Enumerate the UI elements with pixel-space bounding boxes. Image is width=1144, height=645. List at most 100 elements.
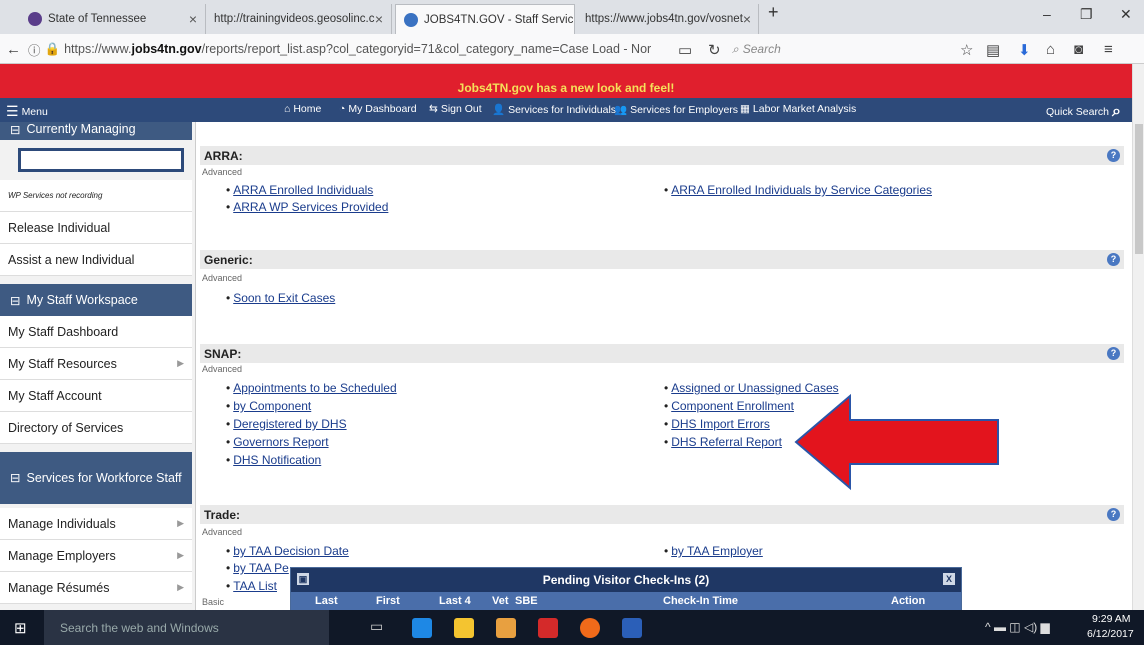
col-vet[interactable]: Vet — [492, 595, 509, 607]
pocket-icon[interactable]: ◙ — [1074, 41, 1083, 58]
item-label: Directory of Services — [8, 420, 124, 435]
tab-label: http://trainingvideos.geosolinc.c — [214, 13, 375, 25]
reload-icon[interactable]: ↻ — [708, 41, 721, 59]
managed-individual-field[interactable] — [18, 148, 184, 172]
firefox-icon[interactable] — [580, 618, 600, 638]
help-icon[interactable]: ? — [1107, 508, 1120, 521]
nav-label: Services for Individuals — [508, 103, 617, 116]
link-by-component[interactable]: by Component — [226, 399, 311, 413]
tab-state-of-tennessee[interactable]: State of Tennessee × — [20, 4, 206, 34]
close-tab-icon[interactable]: × — [743, 11, 751, 27]
col-checkin-time[interactable]: Check-In Time — [663, 595, 738, 607]
advanced-tag: Advanced — [202, 273, 243, 283]
edge-icon[interactable] — [412, 618, 432, 638]
col-action[interactable]: Action — [891, 595, 925, 607]
hamburger-menu-icon[interactable]: ≡ — [1104, 41, 1113, 58]
nav-sign-out[interactable]: ⇆ Sign Out — [429, 103, 482, 115]
scrollbar-thumb[interactable] — [1135, 124, 1143, 254]
link-taa-list[interactable]: TAA List — [226, 579, 277, 593]
new-tab-icon[interactable]: + — [768, 2, 779, 23]
link-appointments[interactable]: Appointments to be Scheduled — [226, 381, 396, 395]
link-by-taa-employer[interactable]: by TAA Employer — [664, 544, 763, 558]
nav-services-individuals[interactable]: 👤 Services for Individuals — [492, 103, 617, 117]
page-scrollbar[interactable] — [1132, 64, 1144, 610]
sidebar-item-manage-resumes[interactable]: Manage Résumés ▶ — [0, 572, 192, 604]
close-window-icon[interactable]: ✕ — [1120, 6, 1132, 23]
lock-icon: 🔒 — [44, 41, 61, 56]
item-label: My Staff Dashboard — [8, 324, 119, 339]
home-icon[interactable]: ⌂ — [1046, 41, 1055, 58]
link-dhs-import-errors[interactable]: DHS Import Errors — [664, 417, 770, 431]
sidebar-item-manage-individuals[interactable]: Manage Individuals ▶ — [0, 508, 192, 540]
tab-vosnet[interactable]: https://www.jobs4tn.gov/vosnet × — [577, 4, 759, 34]
site-banner: Jobs4TN.gov has a new look and feel! — [0, 64, 1132, 98]
sidebar-item-staff-resources[interactable]: My Staff Resources ▶ — [0, 348, 192, 380]
link-arra-enrolled[interactable]: ARRA Enrolled Individuals — [226, 183, 373, 197]
close-popup-button[interactable]: X — [943, 573, 955, 585]
col-last[interactable]: Last — [315, 595, 338, 607]
col-last4[interactable]: Last 4 — [439, 595, 471, 607]
menu-button[interactable]: ☰ Menu — [6, 103, 48, 120]
quick-search[interactable]: Quick Search ⌕ — [1046, 103, 1121, 121]
link-dhs-referral-report[interactable]: DHS Referral Report — [664, 435, 782, 449]
link-component-enrollment[interactable]: Component Enrollment — [664, 399, 794, 413]
link-dhs-notification[interactable]: DHS Notification — [226, 453, 321, 467]
maximize-icon[interactable]: ❐ — [1080, 6, 1093, 23]
sidebar-item-staff-dashboard[interactable]: My Staff Dashboard — [0, 316, 192, 348]
nav-labor-market[interactable]: ▦ Labor Market Analysis — [740, 103, 856, 115]
minimize-popup-icon[interactable]: ▣ — [297, 573, 309, 585]
item-label: Manage Individuals — [8, 516, 116, 531]
nav-label: Labor Market Analysis — [752, 103, 857, 115]
reading-list-icon[interactable]: ▤ — [986, 41, 1000, 59]
word-icon[interactable] — [622, 618, 642, 638]
minimize-icon[interactable]: – — [1043, 6, 1051, 22]
nav-services-employers[interactable]: 👥 Services for Employers — [614, 103, 738, 117]
currently-managing-header[interactable]: ⊟ Currently Managing — [0, 122, 192, 140]
link-by-taa-decision-date[interactable]: by TAA Decision Date — [226, 544, 349, 558]
windows-start-icon[interactable]: ⊞ — [14, 619, 27, 637]
close-tab-icon[interactable]: × — [375, 11, 383, 27]
sidebar-item-staff-account[interactable]: My Staff Account — [0, 380, 192, 412]
col-sbe[interactable]: SBE — [515, 595, 538, 607]
section-title: Trade: — [204, 508, 241, 522]
item-label: My Staff Account — [8, 388, 102, 403]
sidebar-item-directory-services[interactable]: Directory of Services — [0, 412, 192, 444]
taskbar-search[interactable]: Search the web and Windows — [44, 610, 329, 645]
link-soon-to-exit[interactable]: Soon to Exit Cases — [226, 291, 335, 305]
col-first[interactable]: First — [376, 595, 400, 607]
tab-jobs4tn-staff[interactable]: JOBS4TN.GOV - Staff Servic × — [395, 4, 575, 34]
sidebar-item-assist-individual[interactable]: Assist a new Individual — [0, 244, 192, 276]
search-icon: ⌕ — [1112, 103, 1121, 120]
clock-date: 6/12/2017 — [1087, 628, 1134, 640]
nav-dashboard[interactable]: ◔ My Dashboard — [339, 103, 417, 115]
reader-view-icon[interactable]: ▭ — [678, 41, 692, 59]
nav-home[interactable]: ⌂ Home — [284, 103, 321, 115]
link-arra-service-categories[interactable]: ARRA Enrolled Individuals by Service Cat… — [664, 183, 932, 197]
info-icon: ⓘ — [28, 43, 41, 58]
sidebar-item-release-individual[interactable]: Release Individual — [0, 212, 192, 244]
tab-trainingvideos[interactable]: http://trainingvideos.geosolinc.c × — [206, 4, 392, 34]
help-icon[interactable]: ? — [1107, 347, 1120, 360]
link-governors-report[interactable]: Governors Report — [226, 435, 328, 449]
help-icon[interactable]: ? — [1107, 253, 1120, 266]
acrobat-icon[interactable] — [538, 618, 558, 638]
search-box[interactable]: ⌕ Search — [732, 39, 932, 59]
task-view-icon[interactable]: ▭ — [370, 618, 390, 638]
file-explorer-icon[interactable] — [454, 618, 474, 638]
link-by-taa-petition[interactable]: by TAA Pe — [226, 561, 289, 575]
system-tray-icons[interactable]: ^ ▬ ◫ ◁) ▆ — [985, 620, 1050, 634]
nav-label: Home — [293, 103, 322, 115]
photos-icon[interactable] — [496, 618, 516, 638]
close-tab-icon[interactable]: × — [189, 11, 197, 27]
windows-taskbar: ⊞ Search the web and Windows ▭ ^ ▬ ◫ ◁) … — [0, 610, 1144, 645]
my-staff-workspace-header[interactable]: ⊟ My Staff Workspace — [0, 284, 192, 316]
close-tab-icon[interactable]: × — [573, 12, 574, 28]
sidebar-item-manage-employers[interactable]: Manage Employers ▶ — [0, 540, 192, 572]
services-workforce-header[interactable]: ⊟ Services for Workforce Staff — [0, 452, 192, 504]
link-deregistered[interactable]: Deregistered by DHS — [226, 417, 346, 431]
help-icon[interactable]: ? — [1107, 149, 1120, 162]
downloads-icon[interactable]: ⬇ — [1018, 41, 1031, 59]
bookmark-star-icon[interactable]: ☆ — [960, 41, 973, 59]
link-arra-wp-services[interactable]: ARRA WP Services Provided — [226, 200, 388, 214]
back-icon[interactable]: ← — [6, 41, 21, 58]
